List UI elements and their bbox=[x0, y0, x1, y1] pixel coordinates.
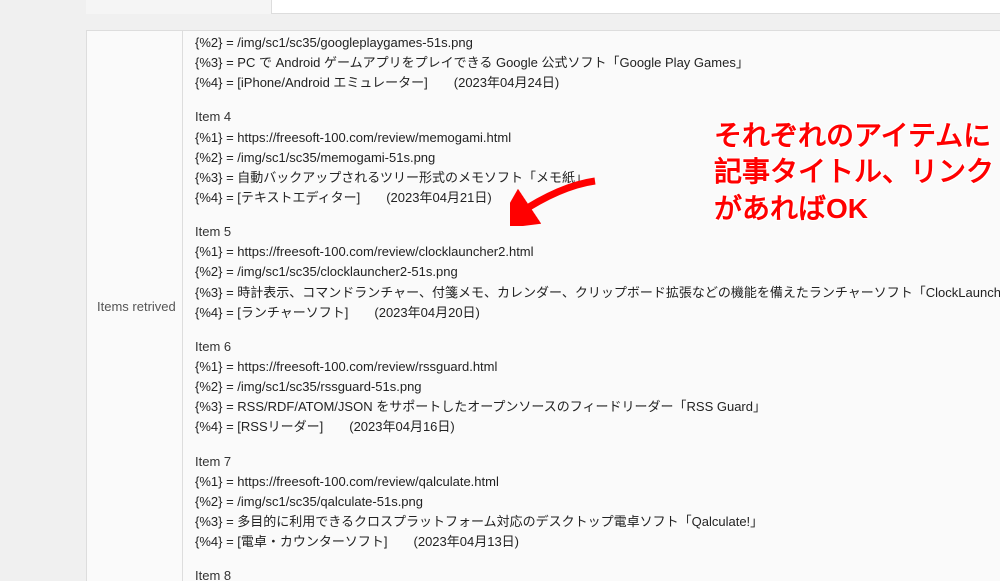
item-title: Item 4 bbox=[195, 107, 988, 127]
item-block: Item 6 {%1} = https://freesoft-100.com/r… bbox=[195, 337, 988, 438]
item-line: {%4} = [RSSリーダー] (2023年04月16日) bbox=[195, 417, 988, 437]
item-line: {%4} = [ランチャーソフト] (2023年04月20日) bbox=[195, 303, 988, 323]
item-line: {%2} = /img/sc1/sc35/clocklauncher2-51s.… bbox=[195, 262, 988, 282]
item-line: {%2} = /img/sc1/sc35/memogami-51s.png bbox=[195, 148, 988, 168]
item-title: Item 7 bbox=[195, 452, 988, 472]
item-line: {%1} = https://freesoft-100.com/review/q… bbox=[195, 472, 988, 492]
row-label: Items retrived bbox=[97, 299, 176, 314]
item-line: {%3} = 多目的に利用できるクロスプラットフォーム対応のデスクトップ電卓ソフ… bbox=[195, 512, 988, 532]
item-block: Item 4 {%1} = https://freesoft-100.com/r… bbox=[195, 107, 988, 208]
item-line: {%2} = /img/sc1/sc35/rssguard-51s.png bbox=[195, 377, 988, 397]
item-line: {%4} = [iPhone/Android エミュレーター] (2023年04… bbox=[195, 73, 988, 93]
item-line: {%3} = RSS/RDF/ATOM/JSON をサポートしたオープンソースの… bbox=[195, 397, 988, 417]
item-block: Item 7 {%1} = https://freesoft-100.com/r… bbox=[195, 452, 988, 553]
item-line: {%1} = https://freesoft-100.com/review/m… bbox=[195, 128, 988, 148]
items-panel: Items retrived {%2} = /img/sc1/sc35/goog… bbox=[86, 30, 1000, 581]
item-partial-top: {%2} = /img/sc1/sc35/googleplaygames-51s… bbox=[195, 33, 988, 93]
item-line: {%4} = [テキストエディター] (2023年04月21日) bbox=[195, 188, 988, 208]
item-block: Item 8 bbox=[195, 566, 988, 581]
item-title: Item 5 bbox=[195, 222, 988, 242]
row-label-cell: Items retrived bbox=[87, 31, 183, 581]
item-block: Item 5 {%1} = https://freesoft-100.com/r… bbox=[195, 222, 988, 323]
item-line: {%1} = https://freesoft-100.com/review/r… bbox=[195, 357, 988, 377]
items-content: {%2} = /img/sc1/sc35/googleplaygames-51s… bbox=[183, 31, 1000, 581]
top-bar bbox=[86, 0, 1000, 14]
item-title: Item 6 bbox=[195, 337, 988, 357]
item-line: {%1} = https://freesoft-100.com/review/c… bbox=[195, 242, 988, 262]
item-line: {%3} = 時計表示、コマンドランチャー、付箋メモ、カレンダー、クリップボード… bbox=[195, 283, 988, 303]
top-bar-left-cell bbox=[86, 0, 272, 14]
item-line: {%3} = 自動バックアップされるツリー形式のメモソフト「メモ紙」 bbox=[195, 168, 988, 188]
item-line: {%2} = /img/sc1/sc35/googleplaygames-51s… bbox=[195, 33, 988, 53]
item-line: {%4} = [電卓・カウンターソフト] (2023年04月13日) bbox=[195, 532, 988, 552]
item-line: {%3} = PC で Android ゲームアプリをプレイできる Google… bbox=[195, 53, 988, 73]
item-title: Item 8 bbox=[195, 566, 988, 581]
item-line: {%2} = /img/sc1/sc35/qalculate-51s.png bbox=[195, 492, 988, 512]
